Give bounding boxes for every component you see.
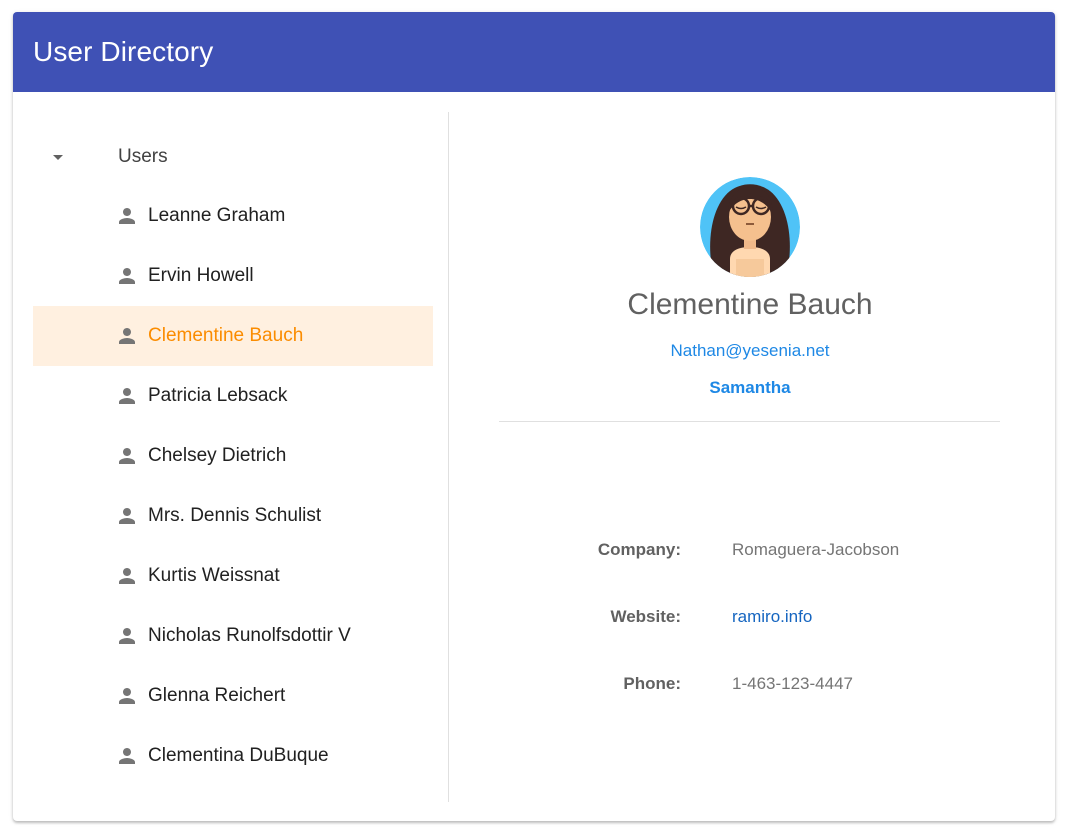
tree-item-label: Patricia Lebsack	[148, 385, 288, 406]
arrow-drop-down-icon[interactable]	[33, 133, 83, 181]
person-icon	[115, 444, 139, 468]
tree-item-ervin-howell[interactable]: Ervin Howell	[33, 246, 433, 306]
tree-item-nicholas-runolfsdottir-v[interactable]: Nicholas Runolfsdottir V	[33, 606, 433, 666]
person-icon	[115, 744, 139, 768]
person-icon	[115, 504, 139, 528]
app-toolbar: User Directory	[13, 12, 1055, 92]
tree-root-users[interactable]: Users	[33, 128, 433, 186]
tree-item-label: Chelsey Dietrich	[148, 445, 287, 466]
tree-root-label: Users	[118, 146, 168, 167]
person-icon	[115, 204, 139, 228]
phone-value: 1-463-123-4447	[732, 674, 853, 693]
website-link[interactable]: ramiro.info	[732, 607, 812, 627]
tree-item-label: Ervin Howell	[148, 265, 254, 286]
phone-row: Phone: 1-463-123-4447	[449, 672, 1051, 696]
person-icon	[115, 324, 139, 348]
website-label: Website:	[610, 607, 681, 626]
company-value: Romaguera-Jacobson	[732, 540, 900, 559]
tree-item-label: Kurtis Weissnat	[148, 565, 280, 586]
person-icon	[115, 264, 139, 288]
user-email-link[interactable]: Nathan@yesenia.net	[449, 341, 1051, 361]
tree-item-label: Nicholas Runolfsdottir V	[148, 625, 351, 646]
company-row: Company: Romaguera-Jacobson	[449, 538, 1051, 562]
tree-item-clementina-dubuque[interactable]: Clementina DuBuque	[33, 726, 433, 786]
user-avatar	[700, 177, 800, 277]
person-icon	[115, 684, 139, 708]
horizontal-divider	[499, 421, 1000, 422]
woman-with-glasses-avatar-icon	[700, 177, 800, 277]
tree-item-label: Glenna Reichert	[148, 685, 286, 706]
user-directory-card: User Directory Users Leanne Graham Ervin…	[13, 12, 1055, 821]
person-icon	[115, 384, 139, 408]
tree-item-glenna-reichert[interactable]: Glenna Reichert	[33, 666, 433, 726]
tree-item-label: Clementine Bauch	[148, 325, 304, 346]
tree-item-clementine-bauch[interactable]: Clementine Bauch	[33, 306, 433, 366]
user-username: Samantha	[709, 378, 791, 397]
company-label: Company:	[597, 540, 681, 559]
tree-item-label: Clementina DuBuque	[148, 745, 329, 766]
tree-item-mrs-dennis-schulist[interactable]: Mrs. Dennis Schulist	[33, 486, 433, 546]
person-icon	[115, 624, 139, 648]
tree-item-kurtis-weissnat[interactable]: Kurtis Weissnat	[33, 546, 433, 606]
tree-item-chelsey-dietrich[interactable]: Chelsey Dietrich	[33, 426, 433, 486]
tree-item-leanne-graham[interactable]: Leanne Graham	[33, 186, 433, 246]
user-detail-panel: Clementine Bauch Nathan@yesenia.net Sama…	[449, 92, 1055, 821]
tree-item-label: Leanne Graham	[148, 205, 286, 226]
app-title: User Directory	[33, 36, 214, 67]
user-tree: Users Leanne Graham Ervin Howell Clement…	[33, 128, 433, 786]
user-name-heading: Clementine Bauch	[627, 288, 873, 321]
tree-item-patricia-lebsack[interactable]: Patricia Lebsack	[33, 366, 433, 426]
website-row: Website: ramiro.info	[449, 605, 1051, 629]
tree-item-label: Mrs. Dennis Schulist	[148, 505, 322, 526]
phone-label: Phone:	[623, 674, 681, 693]
content-area: Users Leanne Graham Ervin Howell Clement…	[13, 92, 1055, 821]
person-icon	[115, 564, 139, 588]
